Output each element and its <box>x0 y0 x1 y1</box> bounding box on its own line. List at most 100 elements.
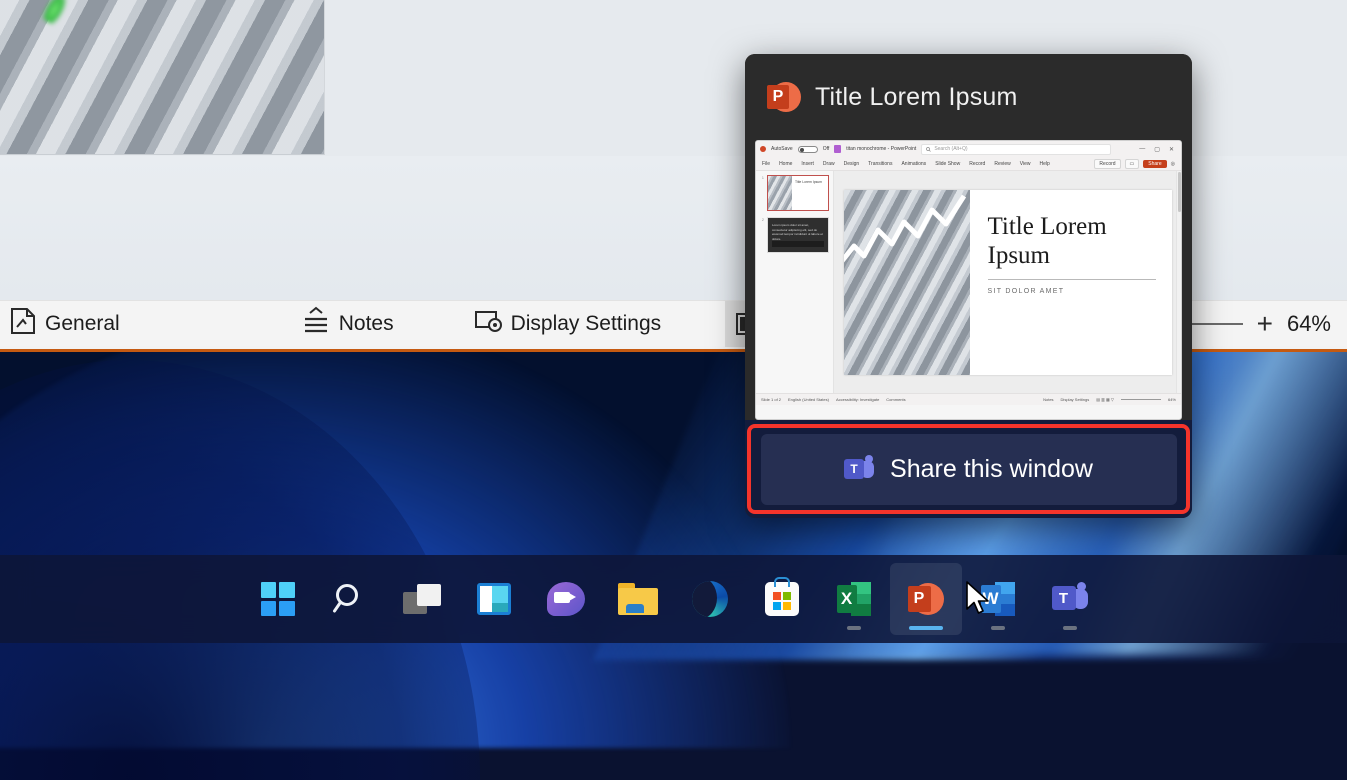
autosave-dot-icon <box>760 146 766 152</box>
autosave-toggle <box>798 146 818 153</box>
thumbnail-search-placeholder: Search (Alt+Q) <box>934 146 967 152</box>
taskbar-item-start[interactable] <box>242 563 314 635</box>
taskbar-item-chat[interactable] <box>530 563 602 635</box>
slide-number: 2 <box>759 217 764 253</box>
powerpoint-icon: P <box>767 80 801 114</box>
maximize-icon: ▢ <box>1154 146 1160 153</box>
thumbnail-status-bar: Slide 1 of 2 English (United States) Acc… <box>756 393 1181 405</box>
comments-icon: ▭ <box>1125 159 1140 169</box>
help-circle-icon: ◎ <box>1171 161 1175 167</box>
thumbnail-slide-pane: 1 Title Lorem Ipsum 2 Lorem ipsum dolor … <box>756 171 834 393</box>
search-icon <box>926 147 931 152</box>
share-window-section: T Share this window <box>745 420 1192 518</box>
window-thumbnail-preview[interactable]: AutoSave Off titan monochrome - PowerPoi… <box>755 140 1182 420</box>
taskbar-running-indicator <box>991 626 1005 630</box>
autosave-label: AutoSave <box>771 146 793 152</box>
thumbnail-window-controls: — ▢ ✕ <box>1139 146 1177 153</box>
ribbon-right-group: Record ▭ Share ◎ <box>1094 159 1175 169</box>
status-display-settings-button[interactable]: Display Settings <box>458 301 678 347</box>
slide-text-block: Title Lorem Ipsum SIT DOLOR AMET <box>970 190 1172 375</box>
taskbar-item-file-explorer[interactable] <box>602 563 674 635</box>
taskbar-item-search[interactable] <box>314 563 386 635</box>
edge-icon <box>692 581 728 617</box>
thumbnail-comments: Comments <box>886 397 905 402</box>
thumbnail-notes: Notes <box>1043 397 1053 402</box>
display-settings-icon <box>474 308 502 340</box>
thumbnail-language: English (United States) <box>788 397 829 402</box>
search-icon <box>332 581 368 617</box>
thumbnail-zoom-slider <box>1121 399 1161 400</box>
thumbnail-ribbon-tabs: File Home Insert Draw Design Transitions… <box>756 157 1181 171</box>
taskbar-item-powerpoint[interactable]: P <box>890 563 962 635</box>
ribbon-tab-view: View <box>1020 161 1031 167</box>
slide-thumbnail-1: Title Lorem Ipsum <box>767 175 829 211</box>
thumbnail-zoom-percent: 64% <box>1168 397 1176 402</box>
taskbar-item-teams[interactable]: T <box>1034 563 1106 635</box>
zoom-percent-label[interactable]: 64% <box>1287 311 1347 337</box>
thumbnail-document-title: titan monochrome - PowerPoint <box>846 146 916 152</box>
ribbon-tab-home: Home <box>779 161 792 167</box>
slide-thumbnail-row: 2 Lorem ipsum dolor sit amet, consectetu… <box>759 217 830 253</box>
thumbnail-search-input: Search (Alt+Q) <box>921 144 1111 155</box>
status-notes-button[interactable]: Notes <box>286 301 410 347</box>
zoom-in-button[interactable]: + <box>1243 310 1287 338</box>
slide-thumbnail-title: Title Lorem Ipsum <box>792 176 828 210</box>
ribbon-tab-design: Design <box>844 161 860 167</box>
close-icon: ✕ <box>1169 146 1174 153</box>
minimize-icon: — <box>1139 146 1145 153</box>
ribbon-tab-file: File <box>762 161 770 167</box>
taskbar-item-widgets[interactable] <box>458 563 530 635</box>
popup-header: P Title Lorem Ipsum <box>745 54 1192 140</box>
slide-subtitle: SIT DOLOR AMET <box>988 288 1156 295</box>
slide-thumbnail-footer-bar <box>772 241 824 247</box>
taskbar-item-edge[interactable] <box>674 563 746 635</box>
excel-icon: X <box>837 582 871 616</box>
word-icon-letter: W <box>981 585 1001 613</box>
taskbar-active-indicator <box>909 626 943 630</box>
ribbon-tab-review: Review <box>994 161 1010 167</box>
store-icon <box>765 582 799 616</box>
thumbnail-slide-area: Title Lorem Ipsum SIT DOLOR AMET <box>834 171 1181 393</box>
teams-icon-letter: T <box>1052 586 1076 610</box>
teams-icon: T <box>844 455 874 483</box>
slide-divider <box>988 279 1156 280</box>
ribbon-tab-animations: Animations <box>901 161 926 167</box>
thumbnail-view-buttons: ▤ ▥ ▦ ▽ <box>1096 397 1114 402</box>
ribbon-tab-transitions: Transitions <box>868 161 892 167</box>
thumbnail-display-settings: Display Settings <box>1061 397 1090 402</box>
status-display-settings-label: Display Settings <box>511 312 662 336</box>
ribbon-share-button: Share <box>1143 160 1166 168</box>
ribbon-record-button: Record <box>1094 159 1120 169</box>
thumbnail-current-slide: Title Lorem Ipsum SIT DOLOR AMET <box>844 190 1172 375</box>
taskbar-item-store[interactable] <box>746 563 818 635</box>
slide-title: Title Lorem Ipsum <box>988 212 1156 270</box>
chat-icon <box>547 582 585 616</box>
taskbar-item-task-view[interactable] <box>386 563 458 635</box>
share-this-window-button[interactable]: T Share this window <box>761 434 1177 505</box>
taskbar-preview-popup: P Title Lorem Ipsum AutoSave Off titan m… <box>745 54 1192 518</box>
theme-page-icon <box>10 307 36 341</box>
taskbar-running-indicator <box>847 626 861 630</box>
ribbon-tab-draw: Draw <box>823 161 835 167</box>
task-view-icon <box>403 584 441 614</box>
autosave-state: Off <box>823 146 830 152</box>
taskbar-item-word[interactable]: W <box>962 563 1034 635</box>
slide-photo-stairs <box>844 190 970 375</box>
status-theme-general[interactable]: General <box>0 301 136 347</box>
teams-icon-letter: T <box>844 459 864 479</box>
save-icon <box>834 145 841 153</box>
start-icon <box>261 582 295 616</box>
ribbon-tab-insert: Insert <box>801 161 814 167</box>
slide-stairs-photo <box>0 0 325 155</box>
powerpoint-icon: P <box>908 581 944 617</box>
slide-thumbnail-row: 1 Title Lorem Ipsum <box>759 175 830 211</box>
popup-title: Title Lorem Ipsum <box>815 83 1018 112</box>
status-notes-label: Notes <box>339 312 394 336</box>
green-highlight-dot <box>40 0 73 26</box>
file-explorer-icon <box>618 583 658 615</box>
notes-icon <box>302 306 330 342</box>
teams-icon: T <box>1052 582 1088 616</box>
ribbon-tab-help: Help <box>1039 161 1049 167</box>
slide-thumbnail-2: Lorem ipsum dolor sit amet, consectetur … <box>767 217 829 253</box>
taskbar-item-excel[interactable]: X <box>818 563 890 635</box>
